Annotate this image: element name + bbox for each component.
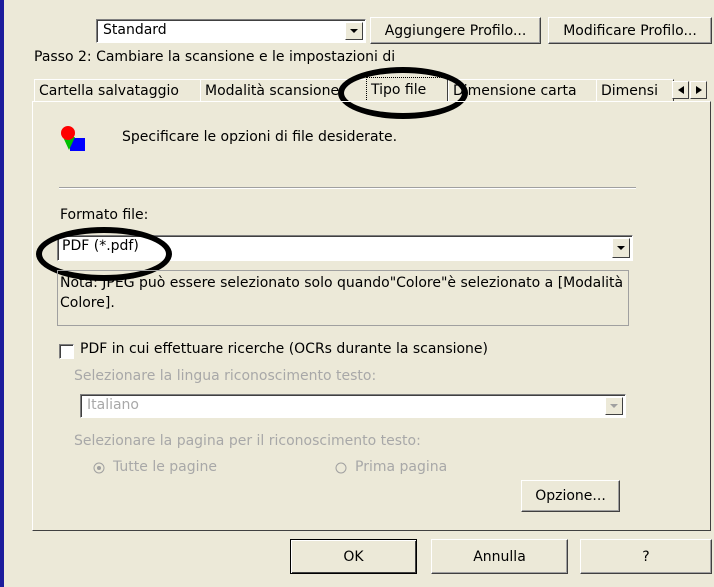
note-text: Nota: JPEG può essere selezionato solo q… (60, 275, 624, 311)
tab-scroll-left-button[interactable] (672, 81, 689, 99)
cancel-button[interactable]: Annulla (431, 539, 568, 574)
radio-first-page-label[interactable]: Prima pagina (355, 459, 447, 475)
radio-all-pages-label[interactable]: Tutte le pagine (113, 459, 217, 475)
tab-dimensione-carta[interactable]: Dimensione carta (448, 79, 598, 102)
lang-select[interactable]: Italiano (80, 394, 626, 418)
note-box: Nota: JPEG può essere selezionato solo q… (57, 270, 629, 326)
format-label: Formato file: (60, 207, 149, 223)
tab-dimensioni[interactable]: Dimensi (596, 79, 674, 102)
ok-button[interactable]: OK (290, 539, 417, 574)
radio-first-page[interactable] (335, 462, 347, 474)
tab-cartella-salvataggio[interactable]: Cartella salvataggio (34, 79, 202, 102)
chevron-down-icon[interactable] (605, 397, 623, 415)
chevron-down-icon[interactable] (345, 22, 363, 40)
lang-select-value: Italiano (87, 397, 139, 413)
option-button[interactable]: Opzione... (521, 480, 620, 512)
lang-label: Selezionare la lingua riconoscimento tes… (74, 368, 377, 384)
step-label: Passo 2: Cambiare la scansione e le impo… (34, 49, 396, 65)
ocr-checkbox-label[interactable]: PDF in cui effettuare ricerche (OCRs dur… (80, 341, 488, 357)
tab-scroll-right-button[interactable] (690, 81, 707, 99)
page-label: Selezionare la pagina per il riconoscime… (74, 433, 421, 449)
profile-select-value: Standard (103, 22, 167, 38)
ocr-checkbox[interactable] (59, 344, 74, 359)
chevron-down-icon[interactable] (612, 238, 630, 258)
separator (59, 187, 636, 189)
tab-label: Modalità scansione (205, 83, 340, 99)
arrow-left-icon (677, 86, 684, 94)
radio-all-pages[interactable] (93, 462, 105, 474)
tab-label: Dimensione carta (453, 83, 577, 99)
profile-select[interactable]: Standard (96, 19, 366, 43)
help-button[interactable]: ? (580, 539, 712, 574)
add-profile-button[interactable]: Aggiungere Profilo... (370, 17, 541, 44)
window-left-edge (0, 0, 4, 587)
file-type-icon (61, 126, 85, 151)
intro-text: Specificare le opzioni di file desiderat… (122, 129, 398, 145)
tab-label: Cartella salvataggio (39, 83, 179, 99)
modify-profile-button[interactable]: Modificare Profilo... (548, 17, 712, 44)
arrow-right-icon (695, 86, 702, 94)
tab-label: Dimensi (601, 83, 658, 99)
